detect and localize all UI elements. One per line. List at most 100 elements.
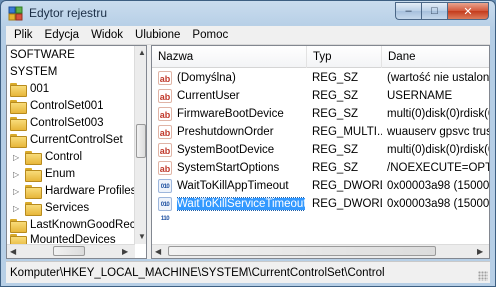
value-name: SystemBootDevice (177, 144, 275, 156)
title-bar[interactable]: Edytor rejestru – □ ✕ (1, 1, 495, 25)
folder-icon (25, 151, 42, 165)
tree-item-label: Control (45, 151, 83, 163)
scroll-right-icon[interactable]: ▶ (122, 247, 128, 256)
dword-value-icon: 010 110 (158, 179, 172, 204)
string-value-icon: ab (158, 143, 172, 157)
value-data: USERNAME (387, 90, 453, 102)
maximize-button[interactable]: □ (421, 2, 447, 20)
value-name: WaitToKillServiceTimeout (177, 195, 305, 213)
scroll-up-icon[interactable]: ▲ (138, 48, 146, 57)
folder-icon (10, 219, 27, 233)
key-tree-pane[interactable]: SOFTWARE SYSTEM 001 ControlSet001 Contro… (6, 45, 147, 259)
tree-item-controlset001[interactable]: ControlSet001 (10, 98, 104, 114)
window-title: Edytor rejestru (29, 6, 108, 20)
tree-item-label: CurrentControlSet (30, 134, 123, 146)
value-data: /NOEXECUTE=OPTIN (387, 162, 489, 174)
tree-item-hardware-profiles[interactable]: ▷ Hardware Profiles (13, 183, 136, 199)
tree-item-label: 001 (30, 83, 50, 95)
expand-arrow-icon[interactable]: ▷ (13, 170, 22, 179)
tree-item-services[interactable]: ▷ Services (13, 200, 89, 216)
tree-hscroll-thumb[interactable] (53, 246, 85, 256)
value-type: REG_SZ (312, 162, 359, 174)
scroll-down-icon[interactable]: ▼ (138, 232, 146, 241)
tree-item-system[interactable]: SYSTEM (10, 64, 57, 80)
value-name: CurrentUser (177, 90, 240, 102)
list-header: Nazwa Typ Dane (152, 46, 489, 68)
tree-item-controlset003[interactable]: ControlSet003 (10, 115, 104, 131)
tree-item-001[interactable]: 001 (10, 81, 49, 97)
minimize-icon: – (405, 5, 412, 17)
folder-open-icon (10, 134, 27, 148)
registry-editor-icon (8, 6, 23, 21)
menu-favorites[interactable]: Ulubione (131, 29, 184, 41)
expand-arrow-icon[interactable]: ▷ (13, 204, 22, 213)
client-area: SOFTWARE SYSTEM 001 ControlSet001 Contro… (6, 45, 490, 259)
value-data: wuauserv gpsvc trustedi (387, 126, 490, 138)
value-type: REG_SZ (312, 72, 359, 84)
resize-grip-icon[interactable] (478, 271, 488, 281)
tree-item-label: SYSTEM (10, 66, 58, 78)
folder-icon (10, 234, 27, 244)
table-row[interactable]: ab (Domyślna) REG_SZ (wartość nie ustalo… (152, 69, 489, 87)
string-value-icon: ab (158, 125, 172, 139)
tree-vscroll-thumb[interactable] (136, 124, 146, 158)
values-list-pane[interactable]: Nazwa Typ Dane ab (Domyślna) REG_SZ (war… (151, 45, 490, 259)
scroll-left-icon[interactable]: ◀ (155, 247, 161, 256)
close-button[interactable]: ✕ (447, 2, 489, 20)
value-data: 0x00003a98 (15000) (387, 198, 490, 210)
menu-view[interactable]: Widok (87, 29, 127, 41)
status-bar: Komputer\HKEY_LOCAL_MACHINE\SYSTEM\Curre… (6, 261, 490, 283)
minimize-button[interactable]: – (395, 2, 421, 20)
string-value-icon: ab (158, 161, 172, 175)
menu-edit[interactable]: Edycja (41, 29, 84, 41)
tree-item-label: SOFTWARE (10, 49, 75, 61)
tree-item-software[interactable]: SOFTWARE (10, 47, 75, 63)
tree-item-enum[interactable]: ▷ Enum (13, 166, 75, 182)
table-row[interactable]: 010 110 WaitToKillAppTimeout REG_DWORD 0… (152, 177, 490, 204)
value-data: multi(0)disk(0)rdisk(0) (387, 144, 490, 156)
value-data: 0x00003a98 (15000) (387, 180, 490, 192)
value-name: PreshutdownOrder (177, 126, 274, 138)
tree-vertical-scrollbar[interactable]: ▲ ▼ (134, 46, 146, 244)
folder-icon (10, 100, 27, 114)
tree-item-control[interactable]: ▷ Control (13, 149, 82, 165)
folder-icon (25, 202, 42, 216)
menu-file[interactable]: Plik (10, 29, 37, 41)
tree-item-label: Hardware Profiles (45, 185, 137, 197)
string-value-icon: ab (158, 107, 172, 121)
tree-item-label: LastKnownGoodReco (30, 219, 142, 231)
list-horizontal-scrollbar[interactable]: ◀ ▶ (152, 244, 489, 258)
tree-item-lastknowngood[interactable]: LastKnownGoodReco (10, 217, 142, 233)
table-row[interactable]: ab SystemStartOptions REG_SZ /NOEXECUTE=… (152, 159, 489, 177)
menu-bar: Plik Edycja Widok Ulubione Pomoc (6, 26, 490, 45)
status-path: Komputer\HKEY_LOCAL_MACHINE\SYSTEM\Curre… (10, 266, 385, 279)
table-row[interactable]: ab CurrentUser REG_SZ USERNAME (152, 87, 489, 105)
value-data: multi(0)disk(0)rdisk(0) (387, 108, 490, 120)
table-row[interactable]: ab FirmwareBootDevice REG_SZ multi(0)dis… (152, 105, 489, 123)
string-value-icon: ab (158, 89, 172, 103)
caption-buttons: – □ ✕ (395, 2, 489, 20)
list-hscroll-thumb[interactable] (168, 246, 436, 256)
column-header-data[interactable]: Dane (382, 46, 489, 68)
tree-item-label: ControlSet003 (30, 117, 104, 129)
column-header-name[interactable]: Nazwa (152, 46, 307, 68)
value-type: REG_SZ (312, 108, 359, 120)
scroll-right-icon[interactable]: ▶ (477, 247, 483, 256)
menu-help[interactable]: Pomoc (188, 29, 232, 41)
expand-arrow-icon[interactable]: ▷ (13, 153, 22, 162)
table-row[interactable]: ab SystemBootDevice REG_SZ multi(0)disk(… (152, 141, 489, 159)
tree-item-mounteddevices[interactable]: MountedDevices (10, 234, 116, 244)
value-data: (wartość nie ustalona) (387, 72, 490, 84)
expand-arrow-icon[interactable]: ▷ (13, 187, 22, 196)
registry-editor-window: Edytor rejestru – □ ✕ Plik Edycja Widok … (0, 0, 496, 287)
scroll-left-icon[interactable]: ◀ (10, 247, 16, 256)
table-row-selected[interactable]: 010 110 WaitToKillServiceTimeout REG_DWO… (152, 195, 490, 222)
value-type: REG_DWORD (312, 180, 382, 192)
tree-item-currentcontrolset[interactable]: CurrentControlSet (10, 132, 123, 148)
close-icon: ✕ (463, 5, 473, 18)
value-type: REG_DWORD (312, 198, 382, 210)
tree-horizontal-scrollbar[interactable]: ◀ ▶ (7, 244, 135, 258)
table-row[interactable]: ab PreshutdownOrder REG_MULTI... wuauser… (152, 123, 489, 141)
column-header-type[interactable]: Typ (307, 46, 382, 68)
folder-icon (10, 117, 27, 131)
